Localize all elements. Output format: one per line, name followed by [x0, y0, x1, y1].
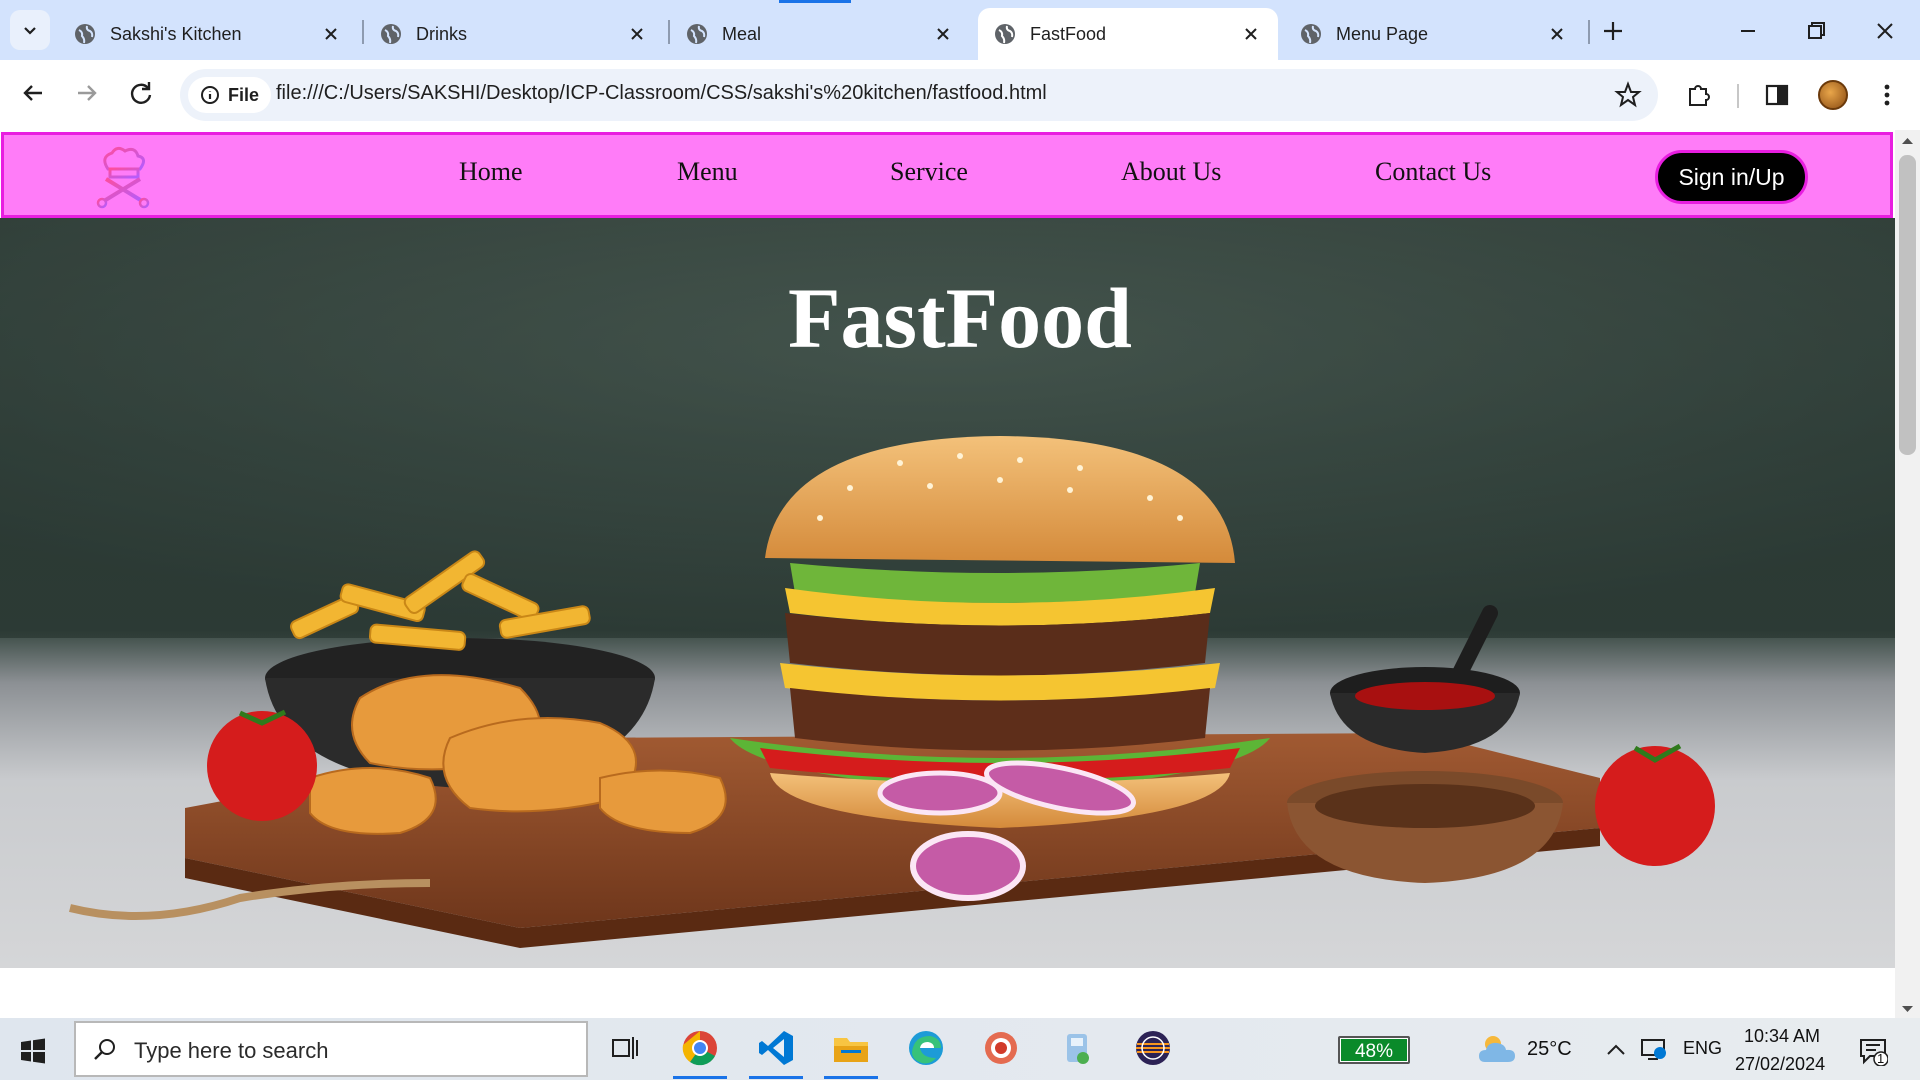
windows-taskbar: Type here to search 48% 25°C ENG 10:34 A…: [0, 1018, 1920, 1080]
browser-tab-strip: Sakshi's Kitchen Drinks Meal FastFood Me…: [0, 0, 1920, 60]
task-view-icon[interactable]: [604, 1028, 644, 1068]
globe-icon: [1301, 24, 1321, 44]
windows-start-icon[interactable]: [20, 1038, 46, 1064]
cloud-weather-icon[interactable]: [1477, 1032, 1519, 1066]
tab-menu-page[interactable]: Menu Page: [1284, 8, 1584, 60]
tab-sakshis-kitchen[interactable]: Sakshi's Kitchen: [58, 8, 358, 60]
tab-title: Drinks: [416, 23, 468, 44]
nav-link-about-us[interactable]: About Us: [1121, 157, 1221, 187]
vscode-active-indicator: [749, 1076, 803, 1079]
close-icon[interactable]: [1242, 25, 1260, 43]
reload-icon[interactable]: [126, 78, 156, 108]
tab-title: Meal: [722, 23, 762, 44]
scrollbar-thumb[interactable]: [1899, 155, 1916, 455]
nav-link-home[interactable]: Home: [459, 157, 523, 187]
minimize-icon[interactable]: [1731, 14, 1765, 48]
vscode-app-icon[interactable]: [756, 1028, 796, 1068]
tab-drinks[interactable]: Drinks: [364, 8, 664, 60]
tab-loading-indicator: [779, 0, 851, 3]
url-text[interactable]: file:///C:/Users/SAKSHI/Desktop/ICP-Clas…: [276, 82, 1047, 105]
page-viewport: Home Menu Service About Us Contact Us Si…: [0, 130, 1895, 1018]
clock-date[interactable]: 27/02/2024: [1735, 1054, 1825, 1075]
scroll-up-arrow-icon[interactable]: [1901, 136, 1914, 146]
weather-temperature: 25°C: [1527, 1038, 1572, 1060]
tab-title: Menu Page: [1336, 23, 1429, 44]
globe-icon: [687, 24, 707, 44]
more-menu-icon[interactable]: [1872, 80, 1902, 110]
input-language[interactable]: ENG: [1683, 1038, 1722, 1059]
close-icon[interactable]: [628, 25, 646, 43]
chef-hat-logo-icon[interactable]: [90, 143, 156, 209]
notification-count: 1: [1877, 1051, 1885, 1066]
chrome-active-indicator: [673, 1076, 727, 1079]
record-app-icon[interactable]: [981, 1028, 1021, 1068]
file-explorer-icon[interactable]: [831, 1028, 871, 1068]
tab-title: FastFood: [1030, 23, 1107, 44]
battery-indicator[interactable]: 48%: [1338, 1036, 1410, 1064]
edge-app-icon[interactable]: [906, 1028, 946, 1068]
globe-icon: [75, 24, 95, 44]
back-arrow-icon[interactable]: [18, 78, 48, 108]
close-icon[interactable]: [934, 25, 952, 43]
close-icon[interactable]: [322, 25, 340, 43]
info-icon: [201, 86, 219, 104]
tab-fastfood[interactable]: FastFood: [978, 8, 1278, 60]
hero-section: FastFood: [0, 218, 1895, 968]
tab-search-button[interactable]: [10, 10, 50, 50]
installer-app-icon[interactable]: [1057, 1028, 1097, 1068]
battery-percent: 48%: [1354, 1041, 1394, 1062]
browser-toolbar: File file:///C:/Users/SAKSHI/Desktop/ICP…: [0, 60, 1920, 130]
toolbar-divider: [1737, 84, 1739, 108]
tab-meal[interactable]: Meal: [670, 8, 970, 60]
show-hidden-icons-chevron-icon[interactable]: [1605, 1042, 1627, 1058]
close-window-icon[interactable]: [1868, 14, 1902, 48]
globe-icon: [995, 24, 1015, 44]
page-title: FastFood: [788, 270, 1132, 366]
close-icon[interactable]: [1548, 25, 1566, 43]
profile-avatar[interactable]: [1818, 80, 1848, 110]
search-placeholder: Type here to search: [134, 1038, 329, 1063]
search-icon: [94, 1039, 115, 1060]
new-tab-icon[interactable]: [1598, 16, 1628, 46]
clock-time[interactable]: 10:34 AM: [1744, 1026, 1820, 1047]
restore-icon[interactable]: [1799, 14, 1833, 48]
tab-title: Sakshi's Kitchen: [110, 23, 242, 44]
nav-link-contact-us[interactable]: Contact Us: [1375, 157, 1491, 187]
bookmark-star-icon[interactable]: [1614, 81, 1642, 109]
site-navbar: Home Menu Service About Us Contact Us Si…: [1, 132, 1893, 218]
extensions-puzzle-icon[interactable]: [1684, 80, 1714, 110]
side-panel-icon[interactable]: [1762, 80, 1792, 110]
explorer-active-indicator: [824, 1076, 878, 1079]
eclipse-app-icon[interactable]: [1133, 1028, 1173, 1068]
tab-separator: [1588, 20, 1590, 44]
nav-link-service[interactable]: Service: [890, 157, 968, 187]
nav-link-menu[interactable]: Menu: [677, 157, 738, 187]
scroll-down-arrow-icon[interactable]: [1901, 1004, 1914, 1014]
network-icon[interactable]: [1640, 1036, 1668, 1062]
chrome-app-icon[interactable]: [680, 1028, 720, 1068]
taskbar-search-box[interactable]: Type here to search: [74, 1021, 588, 1077]
site-info-label: File: [228, 84, 260, 105]
globe-icon: [381, 24, 401, 44]
site-info-button[interactable]: File: [188, 77, 272, 113]
chevron-down-icon: [24, 27, 36, 35]
forward-arrow-icon[interactable]: [72, 78, 102, 108]
address-bar[interactable]: File file:///C:/Users/SAKSHI/Desktop/ICP…: [180, 69, 1658, 121]
sign-in-button[interactable]: Sign in/Up: [1655, 150, 1808, 204]
